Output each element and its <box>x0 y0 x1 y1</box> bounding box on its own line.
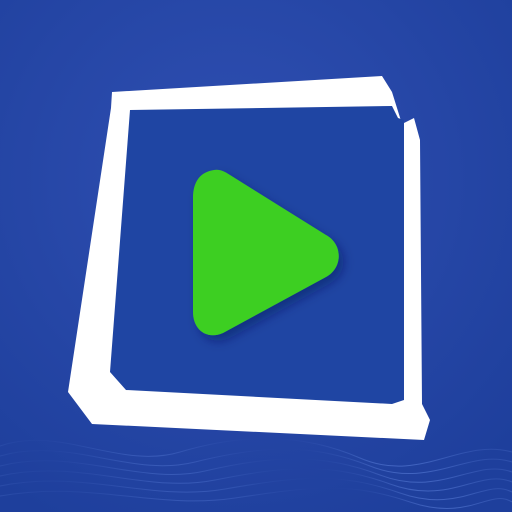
video-play-icon <box>0 0 512 512</box>
app-icon[interactable] <box>0 0 512 512</box>
